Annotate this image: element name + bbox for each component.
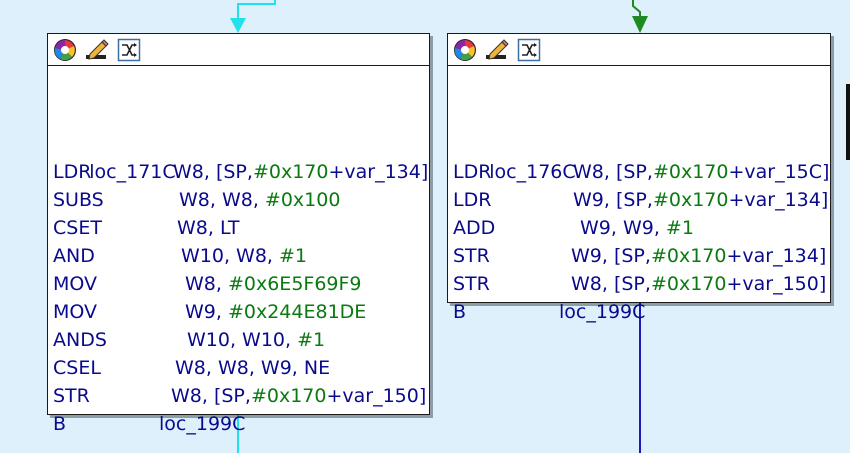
instruction-mnemonic[interactable]: MOV (53, 270, 97, 298)
group-nodes-icon[interactable] (516, 37, 542, 63)
operand-text[interactable]: W9, (185, 301, 228, 323)
node-code: loc_171C LDR W8, [SP,#0x170+var_134] SUBS W… (48, 66, 429, 446)
instruction-operands[interactable]: W10, W8, #1 (181, 242, 307, 270)
instruction-operands[interactable]: W8, LT (177, 214, 240, 242)
instruction-mnemonic[interactable]: MOV (53, 298, 97, 326)
code-line[interactable]: STR W8, [SP,#0x170+var_150] (53, 382, 426, 410)
instruction-mnemonic[interactable]: LDR (453, 158, 491, 186)
node-toolbar (48, 34, 429, 66)
instruction-mnemonic[interactable]: LDR (53, 158, 91, 186)
code-line[interactable]: SUBS W8, W8, #0x100 (53, 186, 423, 214)
instruction-operands[interactable]: W9, [SP,#0x170+var_134] (571, 242, 826, 270)
arrowhead-into-loc-171c (230, 18, 246, 33)
operand-text[interactable]: W9, [SP, (573, 189, 653, 211)
instruction-operands[interactable]: W10, W10, #1 (187, 326, 325, 354)
code-line[interactable]: ANDS W10, W10, #1 (53, 326, 423, 354)
operand-text[interactable]: W8, [SP, (173, 161, 253, 183)
instruction-operands[interactable]: loc_199C (159, 410, 245, 438)
operand-immediate[interactable]: #0x170 (253, 161, 329, 183)
operand-text[interactable]: +var_134] (328, 161, 428, 183)
operand-immediate[interactable]: #0x170 (251, 385, 327, 407)
graph-node-loc-171c[interactable]: loc_171C LDR W8, [SP,#0x170+var_134] SUBS W… (47, 33, 430, 435)
operand-immediate[interactable]: #0x244E81DE (228, 301, 366, 323)
instruction-mnemonic[interactable]: ANDS (53, 326, 107, 354)
operand-text[interactable]: W8, [SP, (171, 385, 251, 407)
instruction-operands[interactable]: W8, W8, W9, NE (175, 354, 330, 382)
code-line[interactable]: CSEL W8, W8, W9, NE (53, 354, 423, 382)
instruction-mnemonic[interactable]: STR (453, 270, 490, 298)
instruction-operands[interactable]: W8, [SP,#0x170+var_134] (173, 158, 428, 186)
instruction-operands[interactable]: W9, W9, #1 (580, 214, 694, 242)
node-code: loc_176C LDR W8, [SP,#0x170+var_15C] LDR W9… (448, 66, 830, 334)
code-line[interactable]: LDR W9, [SP,#0x170+var_134] (453, 186, 828, 214)
color-wheel-icon[interactable] (452, 37, 478, 63)
operand-immediate[interactable]: #1 (297, 329, 325, 351)
instruction-mnemonic[interactable]: ADD (453, 214, 495, 242)
code-line[interactable]: ADD W9, W9, #1 (453, 214, 823, 242)
operand-text[interactable]: W9, [SP, (571, 245, 651, 267)
operand-immediate[interactable]: #0x170 (653, 189, 729, 211)
instruction-mnemonic[interactable]: STR (453, 242, 490, 270)
node-toolbar (448, 34, 830, 66)
code-line[interactable]: LDR W8, [SP,#0x170+var_134] (53, 158, 428, 186)
operand-text[interactable]: +var_15C] (728, 161, 829, 183)
instruction-operands[interactable]: W8, #0x6E5F69F9 (185, 270, 362, 298)
instruction-operands[interactable]: W8, [SP,#0x170+var_150] (171, 382, 426, 410)
arrowhead-into-loc-176c (632, 16, 648, 33)
instruction-mnemonic[interactable]: STR (53, 382, 90, 410)
block-label[interactable]: loc_176C (453, 130, 575, 183)
operand-immediate[interactable]: #0x170 (651, 245, 727, 267)
operand-text[interactable]: W8, W8, (179, 189, 265, 211)
instruction-operands[interactable]: W8, [SP,#0x170+var_15C] (573, 158, 829, 186)
operand-text[interactable]: W10, W10, (187, 329, 297, 351)
group-nodes-icon[interactable] (116, 37, 142, 63)
operand-text[interactable]: +var_134] (726, 245, 826, 267)
code-line[interactable]: STR W9, [SP,#0x170+var_134] (453, 242, 826, 270)
instruction-mnemonic[interactable]: AND (53, 242, 95, 270)
operand-text[interactable]: W8, [SP, (571, 273, 651, 295)
code-line[interactable]: STR W8, [SP,#0x170+var_150] (453, 270, 826, 298)
instruction-mnemonic[interactable]: LDR (453, 186, 491, 214)
instruction-operands[interactable]: W9, #0x244E81DE (185, 298, 366, 326)
code-line[interactable]: MOV W8, #0x6E5F69F9 (53, 270, 423, 298)
code-line[interactable]: AND W10, W8, #1 (53, 242, 423, 270)
code-line[interactable]: MOV W9, #0x244E81DE (53, 298, 423, 326)
operand-text[interactable]: W8, W8, W9, NE (175, 357, 330, 379)
operand-text[interactable]: +var_150] (326, 385, 426, 407)
instruction-operands[interactable]: loc_199C (559, 298, 645, 326)
operand-immediate[interactable]: #0x100 (265, 189, 341, 211)
operand-text[interactable]: W9, W9, (580, 217, 666, 239)
instruction-operands[interactable]: W9, [SP,#0x170+var_134] (573, 186, 828, 214)
instruction-mnemonic[interactable]: B (453, 298, 466, 326)
operand-text[interactable]: +var_150] (726, 273, 826, 295)
offscreen-node-edge (846, 84, 850, 160)
instruction-mnemonic[interactable]: CSEL (53, 354, 101, 382)
graph-node-loc-176c[interactable]: loc_176C LDR W8, [SP,#0x170+var_15C] LDR W9… (447, 33, 831, 323)
code-line[interactable]: Bloc_199C (53, 410, 423, 438)
operand-text[interactable]: loc_199C (559, 301, 645, 323)
instruction-mnemonic[interactable]: CSET (53, 214, 102, 242)
operand-text[interactable]: +var_134] (728, 189, 828, 211)
operand-immediate[interactable]: #1 (666, 217, 694, 239)
code-line[interactable]: LDR W8, [SP,#0x170+var_15C] (453, 158, 829, 186)
instruction-operands[interactable]: W8, [SP,#0x170+var_150] (571, 270, 826, 298)
operand-immediate[interactable]: #0x6E5F69F9 (228, 273, 362, 295)
color-wheel-icon[interactable] (52, 37, 78, 63)
operand-immediate[interactable]: #0x170 (653, 161, 729, 183)
code-line[interactable]: CSET W8, LT (53, 214, 423, 242)
rename-pencil-icon[interactable] (484, 37, 510, 63)
instruction-mnemonic[interactable]: B (53, 410, 66, 438)
operand-immediate[interactable]: #1 (279, 245, 307, 267)
rename-pencil-icon[interactable] (84, 37, 110, 63)
operand-text[interactable]: W10, W8, (181, 245, 279, 267)
operand-text[interactable]: loc_199C (159, 413, 245, 435)
block-label[interactable]: loc_171C (53, 130, 175, 183)
operand-text[interactable]: W8, (185, 273, 228, 295)
code-line[interactable]: Bloc_199C (453, 298, 823, 326)
operand-text[interactable]: W8, [SP, (573, 161, 653, 183)
instruction-mnemonic[interactable]: SUBS (53, 186, 104, 214)
instruction-operands[interactable]: W8, W8, #0x100 (179, 186, 340, 214)
operand-immediate[interactable]: #0x170 (651, 273, 727, 295)
operand-text[interactable]: W8, LT (177, 217, 240, 239)
